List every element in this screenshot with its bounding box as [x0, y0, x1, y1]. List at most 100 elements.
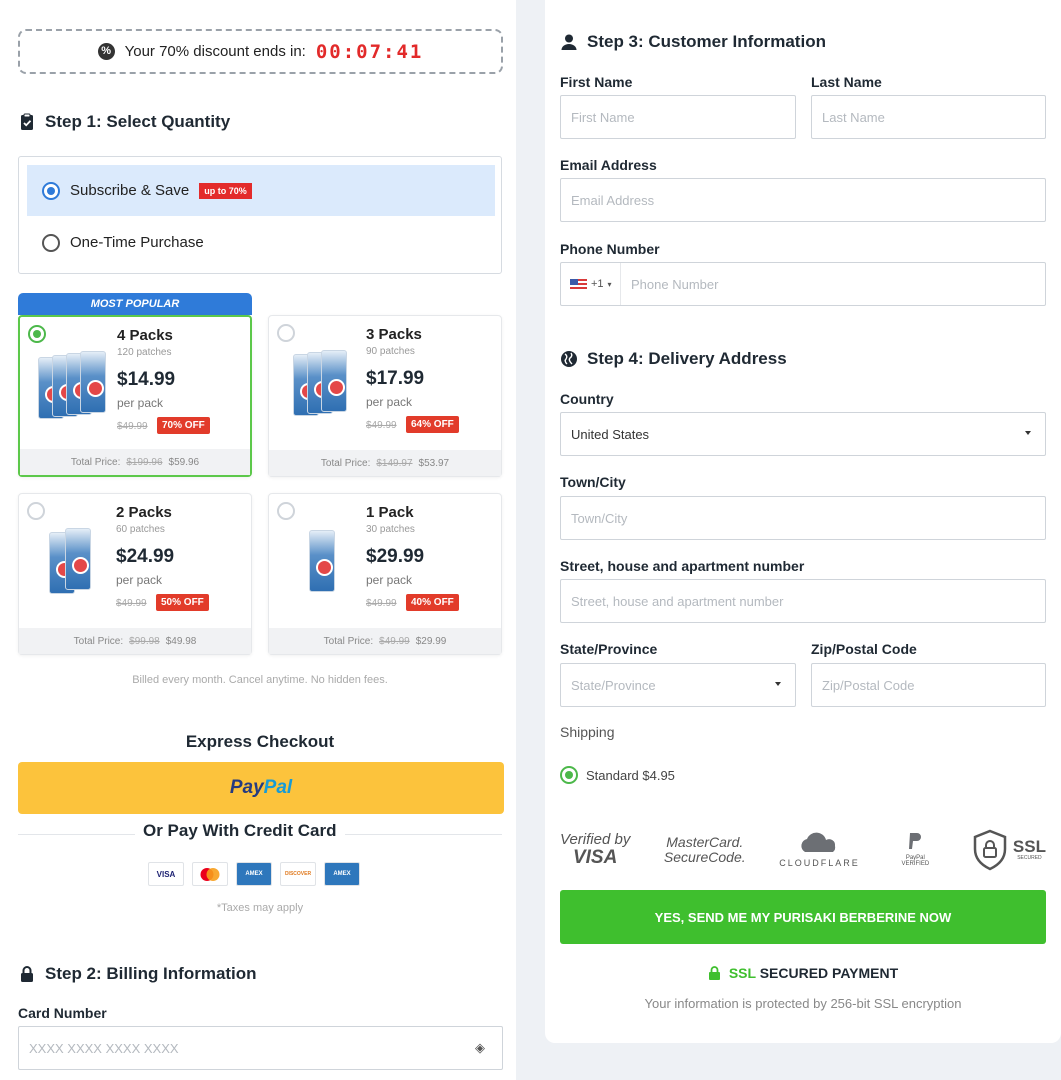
pack-per: per pack	[117, 396, 164, 410]
subscribe-radio[interactable]	[42, 181, 60, 200]
amex-logo-2: AMEX	[324, 862, 360, 886]
ssl-secured-text: SECURED	[1017, 855, 1042, 862]
percent-icon: %	[97, 43, 115, 60]
subscribe-option[interactable]: Subscribe & Save up to 70%	[27, 165, 495, 216]
verified-by-visa-logo: Verified by VISA	[560, 832, 630, 868]
phone-country-select[interactable]: +1 ▾	[561, 263, 621, 305]
pack-total-label: Total Price:	[73, 635, 124, 647]
pack-total: Total Price: $149.97 $53.97	[269, 450, 501, 476]
product-image	[38, 351, 112, 421]
shipping-option[interactable]: Standard $4.95	[560, 766, 675, 784]
state-placeholder: State/Province	[571, 677, 656, 693]
pack-off-badge: 50% OFF	[156, 594, 209, 611]
ssl-encryption-note: Your information is protected by 256-bit…	[644, 996, 962, 1011]
pack-total-old: $199.96	[126, 456, 163, 468]
pack-radio-2[interactable]	[27, 502, 45, 520]
pack-subtitle: 120 patches	[117, 347, 172, 358]
shield-lock-icon	[973, 829, 1007, 871]
product-image	[37, 528, 111, 598]
paypal-button[interactable]: Pay Pal	[18, 762, 504, 814]
purchase-type-box: Subscribe & Save up to 70% One-Time Purc…	[18, 156, 502, 274]
pack-radio-4[interactable]	[28, 325, 46, 343]
express-checkout-title: Express Checkout	[185, 732, 335, 751]
pack-price: $29.99	[366, 546, 425, 567]
pack-per: per pack	[366, 395, 413, 409]
shipping-radio[interactable]	[560, 766, 578, 784]
pack-card-4[interactable]: 4 Packs 120 patches $14.99 per pack $49.…	[18, 315, 252, 477]
pack-off-badge: 70% OFF	[157, 417, 210, 434]
step4-title-text: Step 4: Delivery Address	[587, 349, 787, 368]
pack-total-label: Total Price:	[70, 456, 121, 468]
pack-radio-3[interactable]	[277, 324, 295, 342]
step3-title: Step 3: Customer Information	[560, 32, 826, 52]
pack-subtitle: 60 patches	[116, 524, 165, 535]
pack-off-badge: 64% OFF	[406, 416, 459, 433]
pack-radio-1[interactable]	[277, 502, 295, 520]
pack-per: per pack	[366, 573, 413, 587]
pack-total-new: $49.98	[165, 635, 197, 647]
product-image	[287, 350, 361, 420]
pack-total-label: Total Price:	[323, 635, 374, 647]
chevron-down-icon	[775, 682, 781, 686]
last-name-input[interactable]	[811, 95, 1046, 139]
last-name-label: Last Name	[811, 74, 882, 90]
street-input[interactable]	[560, 579, 1046, 623]
pack-per: per pack	[116, 573, 163, 587]
state-select[interactable]: State/Province	[560, 663, 796, 707]
paypal-logo-a: Pay	[229, 777, 264, 798]
clipboard-icon	[21, 113, 33, 130]
subscribe-badge: up to 70%	[199, 182, 252, 199]
zip-input[interactable]	[811, 663, 1046, 707]
mastercard-securecode-logo: MasterCard. SecureCode.	[664, 835, 746, 864]
city-input[interactable]	[560, 496, 1046, 540]
taxes-note: *Taxes may apply	[216, 902, 304, 914]
phone-input[interactable]	[621, 263, 1045, 305]
discover-logo: DISCOVER	[280, 862, 316, 886]
ssl-text: SSL	[1012, 837, 1046, 857]
card-number-input[interactable]	[18, 1026, 503, 1070]
pack-price: $14.99	[117, 369, 176, 390]
shipping-option-text: Standard $4.95	[586, 767, 675, 783]
pack-old-price: $49.99	[116, 598, 147, 609]
chevron-down-icon	[1025, 431, 1031, 435]
paypal-verified-text: PayPal VERIFIED	[901, 855, 930, 868]
mastercard-text: MasterCard.	[666, 834, 744, 851]
lock-icon	[21, 966, 33, 982]
phone-code: +1	[591, 278, 604, 290]
visa-text: VISA	[572, 846, 618, 868]
pack-subtitle: 90 patches	[366, 346, 415, 357]
onetime-option[interactable]: One-Time Purchase	[27, 217, 495, 268]
city-label: Town/City	[560, 474, 626, 490]
or-credit-card-title: Or Pay With Credit Card	[135, 821, 345, 841]
pack-title: 1 Pack	[366, 504, 414, 521]
user-icon	[561, 34, 577, 50]
pack-total-new: $29.99	[415, 635, 447, 647]
pack-card-3[interactable]: 3 Packs 90 patches $17.99 per pack $49.9…	[268, 315, 502, 477]
lock-icon	[708, 965, 720, 980]
street-label: Street, house and apartment number	[560, 558, 805, 574]
pack-total: Total Price: $99.98 $49.98	[19, 628, 251, 654]
zip-label: Zip/Postal Code	[811, 641, 917, 657]
card-chip-icon: ◈	[475, 1040, 485, 1055]
first-name-input[interactable]	[560, 95, 796, 139]
email-input[interactable]	[560, 178, 1046, 222]
pack-card-2[interactable]: 2 Packs 60 patches $24.99 per pack $49.9…	[18, 493, 252, 655]
phone-label: Phone Number	[560, 241, 660, 257]
timer-label: Your 70% discount ends in:	[124, 43, 306, 60]
onetime-radio[interactable]	[42, 233, 60, 252]
state-label: State/Province	[560, 641, 658, 657]
discount-timer: % Your 70% discount ends in: 00:07:41	[18, 29, 503, 74]
timer-value: 00:07:41	[315, 40, 424, 63]
onetime-label: One-Time Purchase	[70, 234, 204, 251]
ssl-secured-logo: SSL SECURED	[971, 829, 1046, 871]
globe-icon	[561, 351, 577, 367]
step2-title: Step 2: Billing Information	[18, 964, 257, 984]
paypal-verified-logo: PayPal VERIFIED	[893, 832, 937, 867]
securecode-text: SecureCode.	[663, 849, 746, 865]
submit-order-button[interactable]: YES, SEND ME MY PURISAKI BERBERINE NOW	[560, 890, 1046, 944]
phone-field: +1 ▾	[560, 262, 1046, 306]
country-select[interactable]: United States	[560, 412, 1046, 456]
pack-old-price: $49.99	[366, 598, 397, 609]
step4-title: Step 4: Delivery Address	[560, 349, 787, 369]
pack-card-1[interactable]: 1 Pack 30 patches $29.99 per pack $49.99…	[268, 493, 502, 655]
